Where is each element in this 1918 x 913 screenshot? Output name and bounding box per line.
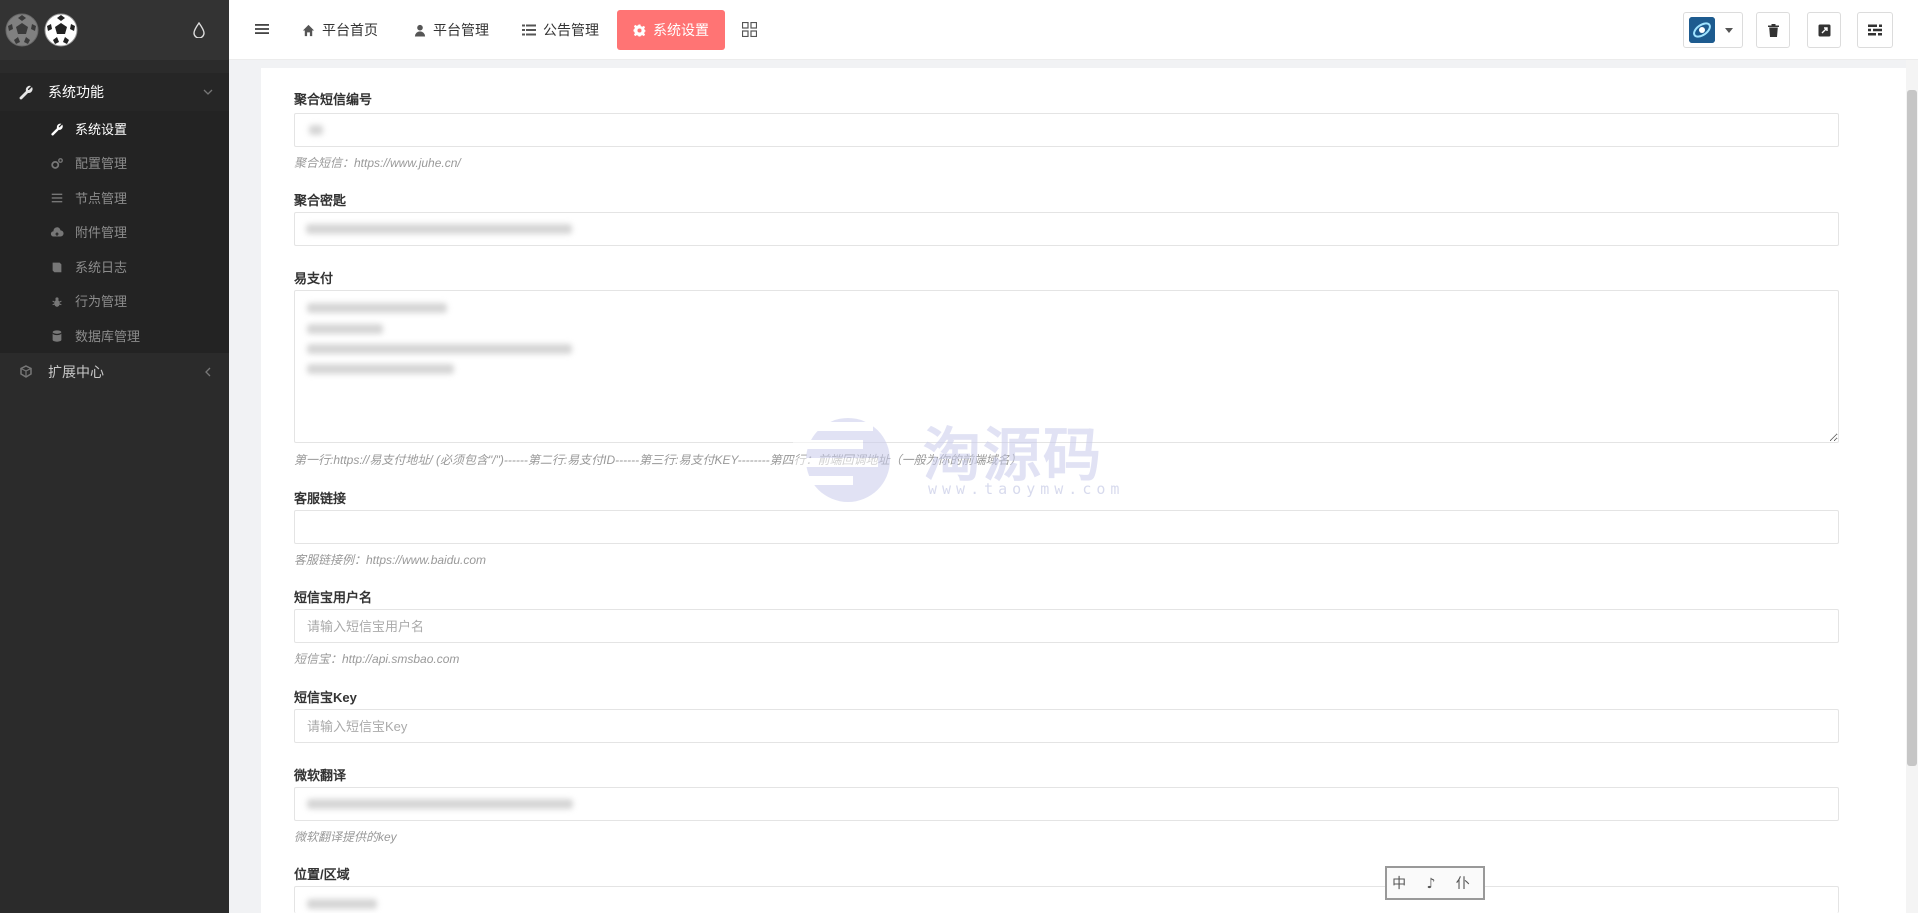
- chevron-left-icon: [205, 367, 211, 376]
- masked-value: [307, 799, 573, 809]
- tab-label: 平台管理: [433, 22, 489, 38]
- theme-drop-icon[interactable]: [193, 22, 205, 38]
- sidebar-submenu: 系统设置 配置管理 节点管理 附件管理 系统日志 行为管理 数据库管理: [0, 111, 229, 353]
- sidebar-item-system-settings[interactable]: 系统设置: [0, 111, 229, 146]
- sidebar-item-label: 系统设置: [75, 121, 128, 137]
- fullscreen-button[interactable]: [1807, 12, 1841, 48]
- clear-cache-button[interactable]: [1756, 12, 1790, 48]
- stamp: 中 ♪ 仆: [1385, 866, 1485, 900]
- gear-icon: [633, 23, 646, 37]
- field-label-smsbao-username: 短信宝用户名: [294, 590, 373, 605]
- field-label-ms-translate: 微软翻译: [294, 768, 347, 783]
- sidebar-item-behavior[interactable]: 行为管理: [0, 284, 229, 319]
- book-icon: [52, 262, 62, 273]
- list-alt-icon: [522, 24, 536, 36]
- sidebar-item-label: 行为管理: [75, 294, 128, 310]
- wrench-icon: [19, 85, 33, 100]
- settings-panel-button[interactable]: [1857, 12, 1893, 48]
- masked-value: [309, 125, 323, 135]
- apps-grid-icon[interactable]: [742, 22, 757, 37]
- tab-platform-home[interactable]: 平台首页: [302, 10, 378, 50]
- caret-down-icon: [1725, 27, 1733, 33]
- sidebar-item-attachments[interactable]: 附件管理: [0, 215, 229, 250]
- cogs-icon: [51, 157, 63, 169]
- wrench-icon: [51, 123, 63, 136]
- masked-value: [307, 324, 383, 334]
- smsbao-key-input[interactable]: [294, 709, 1839, 743]
- tab-label: 系统设置: [653, 22, 709, 38]
- tab-platform-manage[interactable]: 平台管理: [414, 10, 489, 50]
- field-help-service-link: 客服链接例：https://www.baidu.com: [294, 553, 487, 567]
- sidebar-item-label: 配置管理: [75, 156, 128, 172]
- field-help-juhe-sms-id: 聚合短信：https://www.juhe.cn/: [294, 156, 461, 170]
- football-logo-icon: [44, 13, 78, 47]
- juhe-sms-id-input[interactable]: [294, 113, 1839, 147]
- field-help-ms-translate: 微软翻译提供的key: [294, 830, 397, 844]
- topbar: 平台首页 平台管理 公告管理 系统设置: [229, 0, 1918, 60]
- tab-system-settings[interactable]: 系统设置: [617, 10, 725, 50]
- sidebar-item-nodes[interactable]: 节点管理: [0, 180, 229, 215]
- tab-label: 公告管理: [543, 22, 599, 38]
- expand-icon: [1818, 24, 1830, 36]
- smsbao-username-input[interactable]: [294, 609, 1839, 643]
- avatar: [1689, 17, 1715, 43]
- location-input[interactable]: [294, 886, 1839, 913]
- cloud-upload-icon: [50, 226, 64, 236]
- sidebar-group-label: 系统功能: [48, 84, 104, 100]
- chevron-down-icon: [203, 89, 213, 95]
- bug-icon: [52, 296, 62, 307]
- field-help-epay: 第一行:https://易支付地址/ (必须包含"/")------第二行:易支…: [294, 453, 1022, 467]
- sidebar-group-label: 扩展中心: [48, 363, 104, 380]
- page-scrollbar-thumb[interactable]: [1907, 90, 1917, 766]
- masked-value: [307, 303, 447, 313]
- sidebar-item-label: 节点管理: [75, 190, 128, 206]
- sidebar-item-label: 附件管理: [75, 225, 128, 241]
- sidebar-item-logs[interactable]: 系统日志: [0, 249, 229, 284]
- sidebar-item-label: 系统日志: [75, 259, 128, 275]
- sidebar-group-system[interactable]: 系统功能: [0, 73, 229, 111]
- sidebar-item-config[interactable]: 配置管理: [0, 146, 229, 181]
- menu-toggle-icon[interactable]: [255, 22, 269, 36]
- epay-textarea[interactable]: [294, 290, 1839, 443]
- masked-value: [307, 899, 377, 909]
- masked-value: [306, 224, 572, 234]
- field-label-smsbao-key: 短信宝Key: [294, 690, 357, 705]
- field-help-smsbao: 短信宝：http://api.smsbao.com: [294, 652, 460, 666]
- trash-icon: [1767, 23, 1779, 37]
- database-icon: [52, 330, 62, 342]
- service-link-input[interactable]: [294, 510, 1839, 544]
- sidebar-item-database[interactable]: 数据库管理: [0, 318, 229, 353]
- home-icon: [302, 24, 315, 36]
- football-logo-icon: [5, 13, 39, 47]
- cubes-icon: [20, 364, 32, 378]
- sliders-icon: [1868, 24, 1882, 36]
- sidebar-group-extensions[interactable]: 扩展中心: [0, 353, 229, 391]
- user-icon: [414, 24, 426, 37]
- logo-area: [0, 0, 229, 60]
- masked-value: [307, 344, 572, 354]
- tab-label: 平台首页: [322, 22, 378, 38]
- sidebar-item-label: 数据库管理: [75, 328, 141, 344]
- field-label-juhe-key: 聚合密匙: [294, 193, 347, 208]
- list-icon: [51, 193, 63, 203]
- masked-value: [307, 364, 454, 374]
- field-label-epay: 易支付: [294, 271, 334, 286]
- field-label-juhe-sms-id: 聚合短信编号: [294, 92, 373, 107]
- user-menu-button[interactable]: [1683, 12, 1743, 48]
- field-label-location: 位置/区域: [294, 867, 350, 882]
- sidebar: 系统功能 系统设置 配置管理 节点管理 附件管理 系统日志 行为管理 数据库管理…: [0, 0, 229, 913]
- field-label-service-link: 客服链接: [294, 491, 347, 506]
- tab-announcement-manage[interactable]: 公告管理: [522, 10, 599, 50]
